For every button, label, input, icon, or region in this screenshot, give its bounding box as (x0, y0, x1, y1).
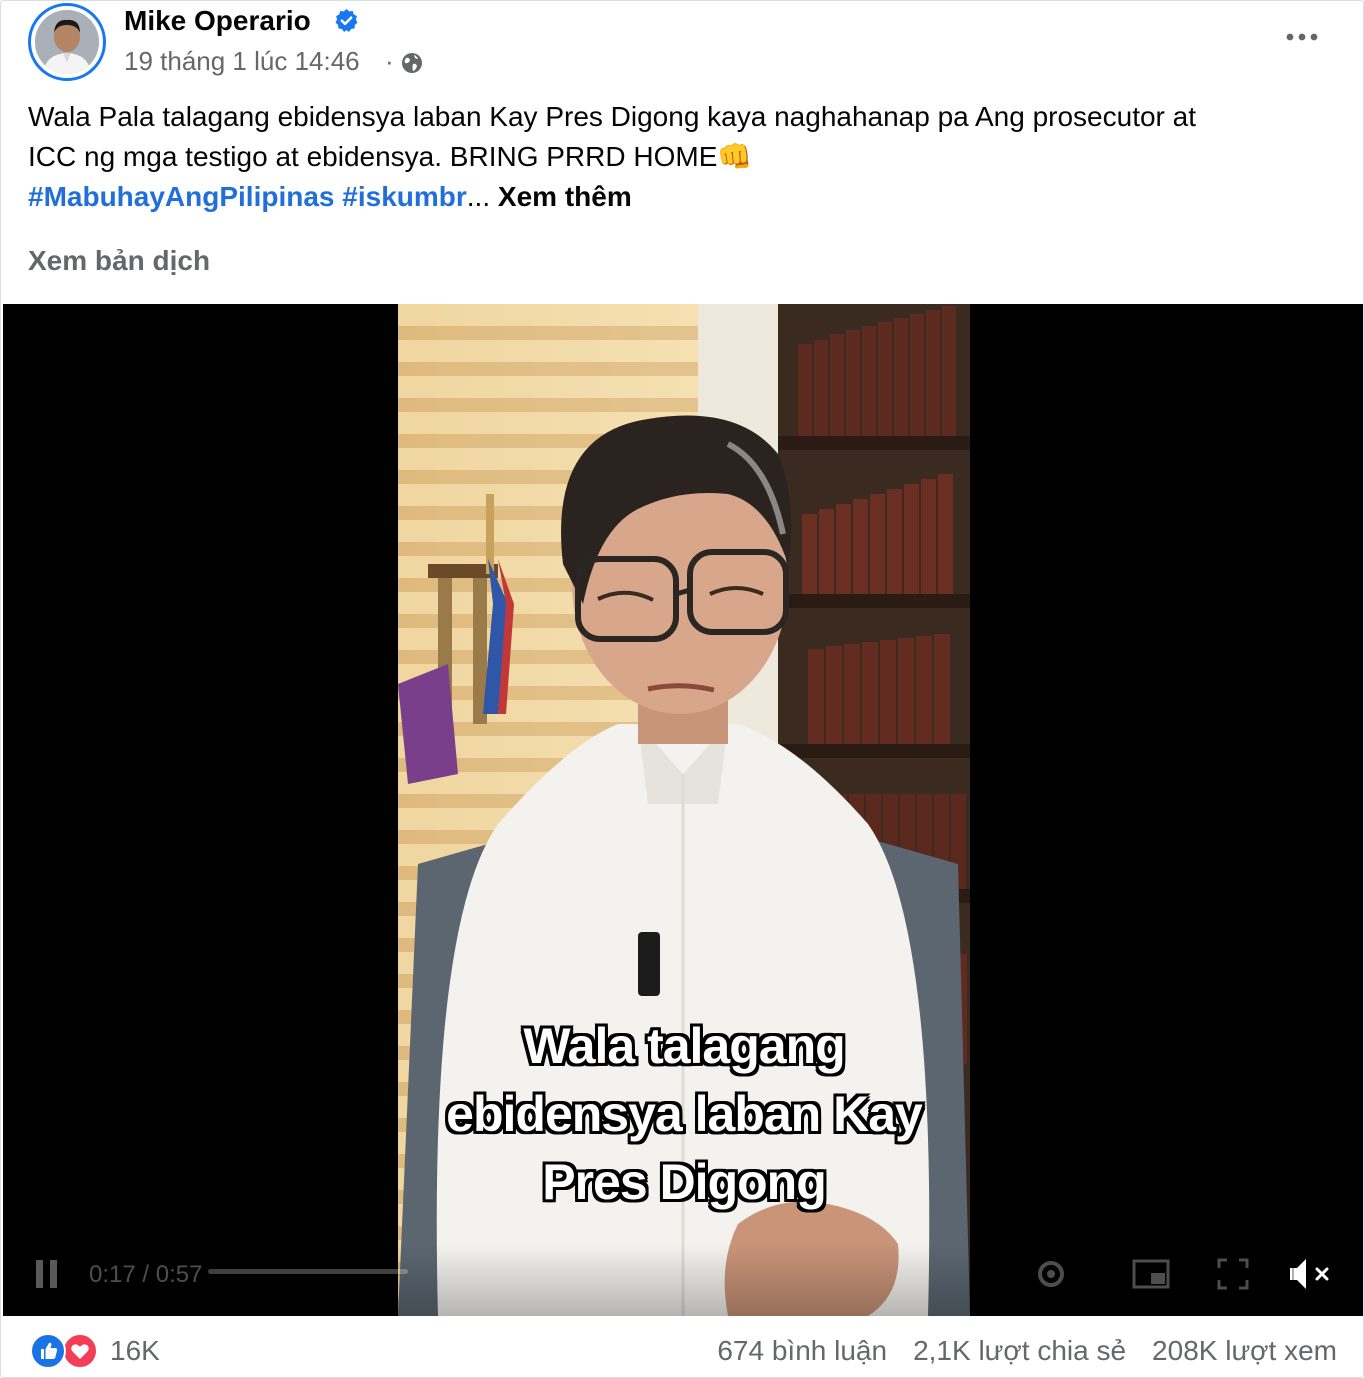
view-count: 208K lượt xem (1152, 1335, 1337, 1366)
love-reaction-icon (62, 1333, 98, 1369)
hashtag-line: #MabuhayAngPilipinas #iskumbr... Xem thê… (28, 177, 1338, 217)
video-progress-bar[interactable] (208, 1269, 408, 1274)
post-body: Wala Pala talagang ebidensya laban Kay P… (28, 97, 1338, 217)
post-card: Mike Operario 19 tháng 1 lúc 14:46 · Wal… (0, 0, 1364, 1378)
reaction-count: 16K (110, 1335, 160, 1366)
picture-in-picture-icon[interactable] (1131, 1256, 1171, 1292)
subtitle-line: Pres Digong (542, 1154, 826, 1210)
video-time: 0:17 / 0:57 (89, 1261, 203, 1288)
more-options-button[interactable] (1277, 17, 1327, 57)
post-timestamp[interactable]: 19 tháng 1 lúc 14:46 (124, 45, 360, 77)
video-player[interactable]: Wala talagang ebidensya laban Kay Pres D… (3, 304, 1363, 1316)
post-text-line: Wala Pala talagang ebidensya laban Kay P… (28, 101, 1197, 132)
comment-count[interactable]: 674 bình luận (717, 1333, 887, 1369)
author-avatar[interactable] (28, 3, 106, 81)
engagement-stats: 674 bình luận 2,1K lượt chia sẻ 208K lượ… (717, 1333, 1337, 1369)
more-dots-icon (1286, 33, 1318, 41)
see-more-button[interactable]: Xem thêm (498, 181, 632, 212)
unmute-button[interactable] (1286, 1254, 1334, 1294)
like-reaction-icon (30, 1333, 66, 1369)
hashtag-link[interactable]: #iskumbr (342, 181, 467, 212)
subtitle-line: ebidensya laban Kay (446, 1086, 923, 1142)
author-name[interactable]: Mike Operario (124, 4, 311, 38)
share-count[interactable]: 2,1K lượt chia sẻ (913, 1333, 1126, 1369)
see-translation-link[interactable]: Xem bản dịch (28, 242, 210, 280)
video-frame: Wala talagang ebidensya laban Kay Pres D… (398, 304, 970, 1316)
fullscreen-icon[interactable] (1215, 1256, 1251, 1292)
post-text-line: ICC ng mga testigo at ebidensya. BRING P… (28, 141, 753, 172)
video-subtitle: Wala talagang ebidensya laban Kay Pres D… (398, 1012, 970, 1216)
hashtag-link[interactable]: #MabuhayAngPilipinas (28, 181, 335, 212)
settings-icon[interactable] (1033, 1256, 1069, 1292)
ellipsis: ... (466, 181, 491, 212)
pause-button[interactable] (33, 1257, 61, 1291)
muted-speaker-icon (1290, 1259, 1329, 1289)
verified-badge-icon (334, 8, 359, 33)
subtitle-line: Wala talagang (523, 1018, 845, 1074)
globe-icon[interactable] (400, 51, 424, 75)
meta-separator: · (385, 46, 394, 76)
reactions-summary[interactable]: 16K (30, 1333, 160, 1369)
pause-icon (36, 1260, 57, 1288)
avatar-photo (35, 10, 99, 74)
